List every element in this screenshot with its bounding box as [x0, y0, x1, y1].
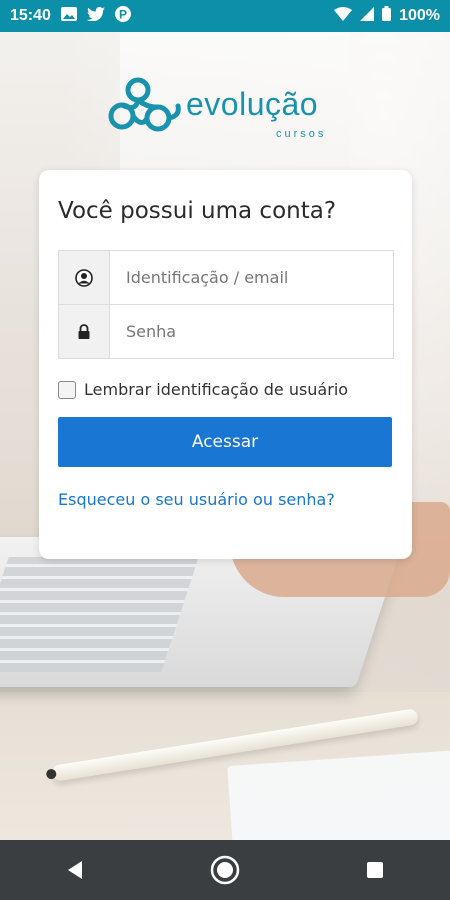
- password-field: [58, 304, 394, 359]
- brand-subtitle: cursos: [276, 128, 327, 140]
- wifi-icon: [334, 6, 353, 26]
- battery-percent: 100%: [399, 7, 440, 24]
- login-card: Você possui uma conta? Lembrar identific…: [39, 170, 412, 559]
- username-field: [58, 250, 394, 305]
- forgot-password-link[interactable]: Esqueceu o seu usuário ou senha?: [58, 490, 335, 509]
- lock-icon: [59, 305, 110, 358]
- login-title: Você possui uma conta?: [58, 198, 337, 224]
- battery-icon: [382, 6, 392, 26]
- password-input[interactable]: [124, 321, 378, 342]
- brand-name: evolução: [186, 86, 319, 122]
- recents-icon[interactable]: [355, 850, 395, 890]
- image-icon: [60, 6, 77, 26]
- home-icon[interactable]: [205, 850, 245, 890]
- back-icon[interactable]: [55, 850, 95, 890]
- p-icon: P: [114, 5, 131, 27]
- svg-text:P: P: [119, 7, 127, 21]
- status-time: 15:40: [10, 7, 51, 24]
- signal-icon: [360, 6, 375, 26]
- logo-mark-icon: [108, 77, 181, 132]
- status-bar: 15:40 P 100%: [0, 0, 450, 32]
- remember-label[interactable]: Lembrar identificação de usuário: [84, 380, 348, 399]
- user-icon: [59, 251, 110, 304]
- username-input[interactable]: [124, 267, 378, 288]
- login-button[interactable]: Acessar: [58, 417, 392, 467]
- remember-checkbox[interactable]: [58, 380, 76, 399]
- system-nav-bar: [0, 840, 450, 900]
- remember-row: Lembrar identificação de usuário: [58, 380, 348, 399]
- brand-logo: evolução cursos: [108, 72, 348, 144]
- twitter-icon: [86, 6, 105, 26]
